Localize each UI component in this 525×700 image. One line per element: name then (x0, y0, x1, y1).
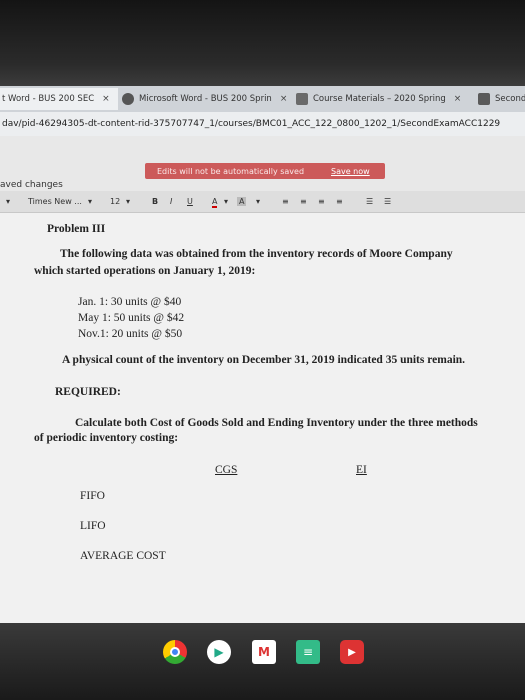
youtube-icon[interactable]: ▶ (340, 640, 364, 664)
instruction-line-2: of periodic inventory costing: (34, 432, 179, 444)
tab-course-materials[interactable]: Course Materials – 2020 Spring × (292, 88, 468, 110)
chevron-down-icon[interactable]: ▾ (6, 197, 10, 206)
italic-button[interactable]: I (170, 197, 172, 206)
formatting-toolbar: ▾ Times New ... ▾ 12 ▾ B I U A ▾ A ▾ ≡ ≡… (0, 191, 525, 213)
tab-label: Microsoft Word - BUS 200 Sprin (139, 94, 272, 104)
intro-line-1: The following data was obtained from the… (60, 248, 453, 260)
chevron-down-icon[interactable]: ▾ (88, 197, 92, 206)
tab-label: Second (495, 94, 525, 104)
docs-icon[interactable]: ≡ (296, 640, 320, 664)
tab-microsoft-word-bus200[interactable]: Microsoft Word - BUS 200 Sprin × (118, 88, 288, 110)
physical-count: A physical count of the inventory on Dec… (62, 354, 466, 366)
autosave-notice: Edits will not be automatically saved Sa… (145, 163, 385, 179)
instruction-line-1: Calculate both Cost of Goods Sold and En… (75, 417, 478, 429)
close-tab-icon[interactable]: × (454, 94, 462, 104)
column-cgs: CGS (215, 464, 238, 476)
blackboard-icon (296, 93, 308, 105)
underline-button[interactable]: U (187, 197, 193, 206)
column-ei: EI (356, 464, 367, 476)
problem-heading: Problem III (47, 223, 106, 235)
tab-label: Course Materials – 2020 Spring (313, 94, 446, 104)
method-lifo: LIFO (80, 520, 106, 532)
monitor-bezel (0, 0, 525, 86)
saved-status: aved changes (0, 180, 63, 190)
close-tab-icon[interactable]: × (280, 94, 288, 104)
align-right-icon[interactable]: ≡ (318, 197, 325, 206)
chevron-down-icon[interactable]: ▾ (126, 197, 130, 206)
chevron-down-icon[interactable]: ▾ (256, 197, 260, 206)
intro-line-2: which started operations on January 1, 2… (34, 265, 256, 277)
justify-icon[interactable]: ≡ (336, 197, 343, 206)
document-page[interactable]: Problem III The following data was obtai… (0, 213, 525, 623)
purchase-may: May 1: 50 units @ $42 (78, 312, 185, 324)
bullet-list-icon[interactable]: ☰ (384, 197, 391, 206)
method-average-cost: AVERAGE COST (80, 550, 166, 562)
font-color-button[interactable]: A (212, 197, 218, 208)
align-center-icon[interactable]: ≡ (300, 197, 307, 206)
chevron-down-icon[interactable]: ▾ (224, 197, 228, 206)
method-fifo: FIFO (80, 490, 105, 502)
gmail-icon[interactable]: M (252, 640, 276, 664)
notice-text: Edits will not be automatically saved (157, 166, 305, 176)
tab-word-bus200-sec[interactable]: t Word - BUS 200 SEC × (0, 88, 118, 110)
purchase-jan: Jan. 1: 30 units @ $40 (78, 296, 182, 308)
save-now-link[interactable]: Save now (331, 167, 370, 176)
purchase-nov: Nov.1: 20 units @ $50 (78, 328, 183, 340)
numbered-list-icon[interactable]: ☰ (366, 197, 373, 206)
chrome-icon[interactable] (163, 640, 187, 664)
align-left-icon[interactable]: ≡ (282, 197, 289, 206)
highlight-button[interactable]: A (237, 197, 247, 206)
blackboard-icon (478, 93, 490, 105)
url-text: dav/pid-46294305-dt-content-rid-37570774… (2, 119, 501, 129)
close-tab-icon[interactable]: × (102, 94, 110, 104)
tab-second-exam[interactable]: Second (474, 88, 525, 110)
bold-button[interactable]: B (152, 197, 158, 206)
required-label: REQUIRED: (55, 386, 121, 398)
font-name-select[interactable]: Times New ... (28, 197, 82, 206)
tab-label: t Word - BUS 200 SEC (2, 94, 95, 104)
address-bar[interactable]: dav/pid-46294305-dt-content-rid-37570774… (0, 112, 525, 136)
play-store-icon[interactable]: ▶ (207, 640, 231, 664)
font-size-select[interactable]: 12 (110, 197, 120, 206)
page-icon (122, 93, 134, 105)
